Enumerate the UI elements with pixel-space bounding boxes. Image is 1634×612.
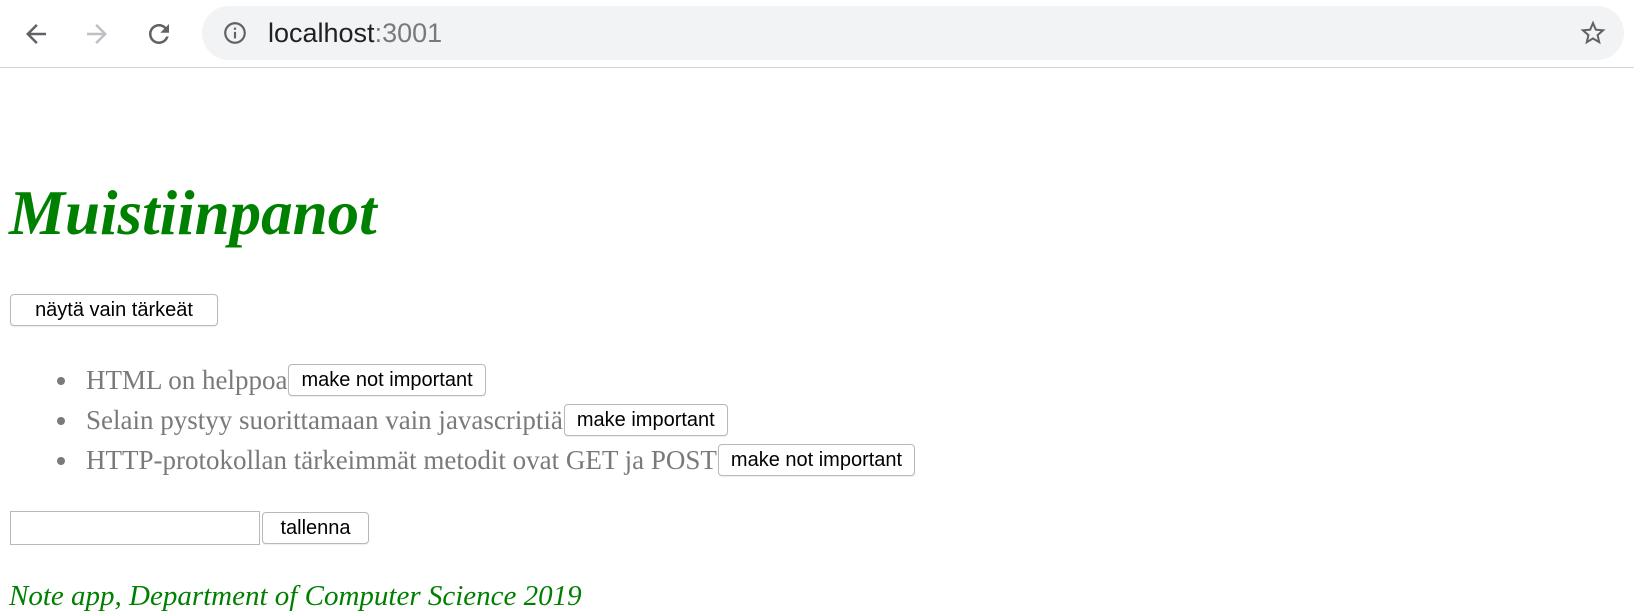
note-item: Selain pystyy suorittamaan vain javascri… [0, 400, 915, 440]
star-icon[interactable] [1578, 18, 1608, 48]
reload-button[interactable] [137, 12, 181, 56]
forward-button[interactable] [75, 12, 119, 56]
note-content: Selain pystyy suorittamaan vain javascri… [86, 404, 563, 435]
forward-arrow-icon [87, 24, 107, 44]
note-item: HTML on helppoa make not important [0, 360, 915, 400]
url-host: localhost [268, 18, 375, 48]
url-port: :3001 [374, 18, 443, 48]
back-arrow-icon [26, 24, 46, 44]
toggle-importance-button[interactable]: make not important [288, 364, 486, 396]
notes-list: HTML on helppoa make not important Selai… [0, 360, 916, 480]
address-bar[interactable]: localhost:3001 [202, 6, 1624, 60]
page-title: Muistiinpanot [9, 178, 377, 248]
bullet [57, 377, 65, 385]
url-text[interactable]: localhost:3001 [268, 19, 442, 47]
bullet [57, 457, 65, 465]
bullet [57, 417, 65, 425]
new-note-input[interactable] [10, 511, 260, 545]
toggle-importance-button[interactable]: make important [563, 404, 728, 436]
footer-text: Note app, Department of Computer Science… [9, 580, 582, 612]
info-icon[interactable] [222, 20, 248, 46]
toggle-importance-button[interactable]: make not important [717, 444, 916, 476]
save-button[interactable]: tallenna [262, 512, 369, 544]
note-item: HTTP-protokollan tärkeimmät metodit ovat… [0, 440, 916, 480]
browser-toolbar: localhost:3001 [0, 0, 1634, 68]
note-content: HTTP-protokollan tärkeimmät metodit ovat… [86, 444, 717, 475]
back-button[interactable] [14, 12, 58, 56]
reload-icon [149, 24, 169, 44]
show-important-button[interactable]: näytä vain tärkeät [10, 294, 218, 326]
note-content: HTML on helppoa [86, 364, 288, 395]
